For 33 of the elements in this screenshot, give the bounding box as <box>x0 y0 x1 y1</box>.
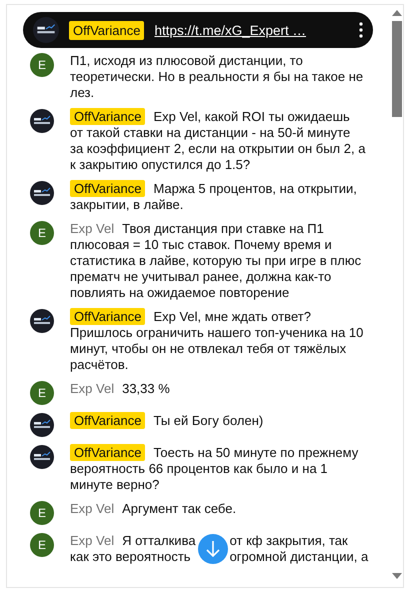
logo-icon <box>30 413 54 437</box>
user-avatar[interactable]: E <box>30 381 54 405</box>
chat-message: Exp Vel Твоя дистанция при ставке на П1 плюсовая = 10 тыс ставок. Почему время и статистика в лайве, которую ты при игре в плюс прематч не учитывал ранее, должна как-то повлиять на ожидаемое повторение <box>70 221 362 301</box>
chat-message: OffVariance Маржа 5 процентов, на открытии, закрытии, в лайве. <box>70 181 358 213</box>
owner-name-badge[interactable]: OffVariance <box>69 20 144 40</box>
scrollbar-thumb[interactable] <box>392 21 402 117</box>
chat-message: OffVariance Ты ей Богу болен) <box>70 413 366 437</box>
logo-icon <box>33 17 59 43</box>
logo-icon <box>30 445 54 469</box>
logo-icon <box>30 181 54 205</box>
user-avatar[interactable]: E <box>30 53 54 77</box>
arrow-down-icon <box>204 540 221 558</box>
chat-message: OffVariance Exp Vel, мне ждать ответ? Пришлось ограничить нашего топ-ученика на 10 минут, чтобы он не отвлекал тебя от тяжёлых расчётов. <box>70 309 364 373</box>
chat-message: OffVariance Тоесть на 50 минуте по прежнему вероятность 66 процентов как было и на 1 минуте верно? <box>70 445 360 493</box>
scroll-up-icon[interactable] <box>392 10 402 16</box>
chat-message: П1, исходя из плюсовой дистанции, то теоретически. Но в реальности я бы на такое не лез. <box>70 53 364 101</box>
logo-icon <box>30 109 54 133</box>
logo-icon <box>30 309 54 333</box>
author-name[interactable]: Exp Vel <box>70 533 114 549</box>
scroll-down-button[interactable] <box>198 534 228 564</box>
chat-message: Exp Vel Аргумент так себе. <box>70 501 238 518</box>
message-text: как это вероятность <box>70 549 192 565</box>
link[interactable]: https://t.me/xG_Expert … <box>154 22 349 38</box>
chat-message: OffVariance Exp Vel, какой ROI ты ожидаешь от такой ставки на дистанции - на 50-й минуте за коэффициент 2, если на открытии он был 2, а к закрытию опустился до 1.5? <box>70 109 366 173</box>
user-avatar[interactable]: E <box>30 221 54 245</box>
user-avatar[interactable]: E <box>30 501 54 525</box>
message-text: Я отталкива <box>122 533 196 549</box>
scroll-down-icon[interactable] <box>392 573 402 579</box>
message-text: от кф закрытия, так <box>230 533 349 549</box>
user-avatar[interactable]: E <box>30 533 54 557</box>
chat-message: Exp Vel 33,33 % <box>70 381 171 398</box>
message-text: огромной дистанции, а <box>230 549 368 565</box>
more-icon[interactable] <box>359 22 363 38</box>
